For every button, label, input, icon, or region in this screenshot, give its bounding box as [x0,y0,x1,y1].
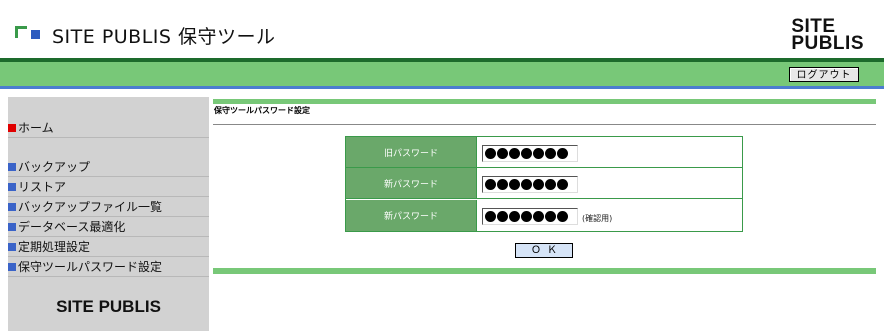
sidebar-item-backup[interactable]: バックアップ [8,158,209,177]
square-bullet-icon [8,124,16,132]
new-password-label: 新パスワード [346,168,477,198]
toolbar-bar [0,62,884,86]
sidebar-brand: SITE PUBLIS [56,297,161,316]
old-password-label: 旧パスワード [346,137,477,167]
sidebar-item-label: 保守ツールパスワード設定 [18,260,163,274]
sidebar: ホーム バックアップ リストア バックアップファイル一覧 データベース最適化 定… [8,97,209,331]
brand-logo-line2: PUBLIS [791,33,864,54]
sidebar-item-backup-list[interactable]: バックアップファイル一覧 [8,198,209,217]
confirm-password-input[interactable] [482,208,578,225]
sidebar-item-password-settings[interactable]: 保守ツールパスワード設定 [8,258,209,277]
confirm-password-label: 新パスワード [346,200,477,231]
sidebar-item-label: バックアップファイル一覧 [18,200,163,214]
sidebar-item-restore[interactable]: リストア [8,178,209,197]
old-password-input[interactable] [482,145,578,162]
form-row-old-password: 旧パスワード [346,137,742,168]
confirm-note: (確認用) [582,214,613,223]
sidebar-item-label: ホーム [18,121,54,135]
form-row-confirm-password: 新パスワード (確認用) [346,200,742,231]
content-top-bar [213,99,876,104]
password-form-table: 旧パスワード 新パスワード 新パスワード (確認用) [345,136,743,232]
title-divider [213,124,876,125]
sidebar-item-label: 定期処理設定 [18,240,91,254]
sidebar-item-home[interactable]: ホーム [8,119,209,138]
sidebar-item-scheduled-tasks[interactable]: 定期処理設定 [8,238,209,257]
ok-button[interactable]: ＯＫ [515,243,573,258]
sidebar-item-label: バックアップ [18,160,91,174]
sidebar-item-label: リストア [18,180,67,194]
square-bullet-icon [8,163,16,171]
square-bullet-icon [8,183,16,191]
square-bullet-icon [8,203,16,211]
form-row-new-password: 新パスワード [346,168,742,199]
header-divider-blue [0,86,884,89]
page-title: 保守ツールパスワード設定 [214,106,310,115]
sidebar-item-db-optimize[interactable]: データベース最適化 [8,218,209,237]
new-password-input[interactable] [482,176,578,193]
sidebar-item-label: データベース最適化 [18,220,126,234]
app-logo-icon [15,26,41,42]
logout-button[interactable]: ログアウト [789,67,859,82]
square-bullet-icon [8,263,16,271]
content-bottom-bar [213,268,876,274]
square-bullet-icon [8,243,16,251]
app-title: SITE PUBLIS 保守ツール [52,26,276,48]
brand-logo: SITE PUBLIS [791,17,864,54]
square-bullet-icon [8,223,16,231]
app-header: SITE PUBLIS 保守ツール SITE PUBLIS [0,0,884,58]
